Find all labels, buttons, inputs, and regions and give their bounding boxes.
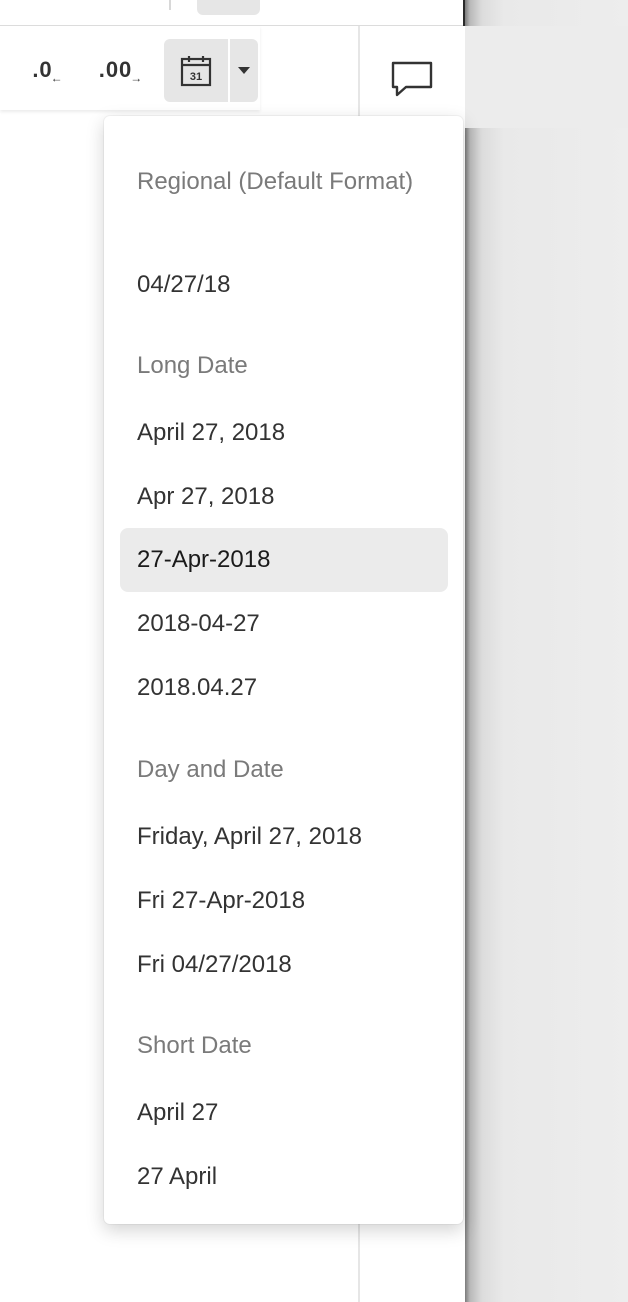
arrow-right-icon: → — [130, 71, 144, 85]
grid-header-band — [465, 26, 628, 128]
desktop-background — [464, 0, 628, 1302]
date-format-dropdown-toggle[interactable] — [230, 39, 258, 102]
menu-item-date-format[interactable]: April 27 — [120, 1081, 448, 1145]
top-tab[interactable] — [197, 0, 260, 15]
calendar-day-label: 31 — [190, 71, 202, 83]
decrease-decimals-label: .0 — [32, 57, 53, 82]
menu-item-date-format[interactable]: Fri 27-Apr-2018 — [120, 869, 448, 933]
comment-icon[interactable] — [390, 60, 434, 100]
date-format-menu: Regional (Default Format) 04/27/18 Long … — [104, 116, 463, 1224]
top-bar — [0, 0, 463, 26]
formatting-toolbar: .0 ← .00 → 31 — [0, 26, 260, 110]
menu-item-date-format[interactable]: 2018-04-27 — [120, 592, 448, 656]
menu-item-date-format[interactable]: 2018.04.27 — [120, 656, 448, 720]
caret-down-icon — [238, 67, 250, 74]
decrease-decimals-button[interactable]: .0 ← — [28, 38, 68, 102]
divider — [169, 0, 171, 10]
section-heading-short-date: Short Date — [137, 1032, 252, 1059]
menu-item-date-format-selected[interactable]: 27-Apr-2018 — [120, 528, 448, 592]
arrow-left-icon: ← — [50, 71, 64, 85]
menu-item-date-format[interactable]: April 27, 2018 — [120, 401, 448, 465]
section-heading-long-date: Long Date — [137, 352, 248, 379]
increase-decimals-button[interactable]: .00 → — [92, 38, 150, 102]
menu-item-date-format[interactable]: Friday, April 27, 2018 — [120, 805, 448, 869]
date-format-button[interactable]: 31 — [164, 39, 228, 102]
menu-item-date-format[interactable]: Fri 04/27/2018 — [120, 933, 448, 997]
section-heading-regional: Regional (Default Format) — [137, 168, 414, 195]
calendar-icon: 31 — [180, 55, 212, 86]
menu-item-date-format[interactable]: Apr 27, 2018 — [120, 465, 448, 529]
menu-item-date-format[interactable]: 04/27/18 — [120, 253, 448, 317]
menu-item-date-format[interactable]: 27 April — [120, 1145, 448, 1209]
increase-decimals-label: .00 — [98, 57, 133, 82]
section-heading-day-and-date: Day and Date — [137, 756, 284, 783]
